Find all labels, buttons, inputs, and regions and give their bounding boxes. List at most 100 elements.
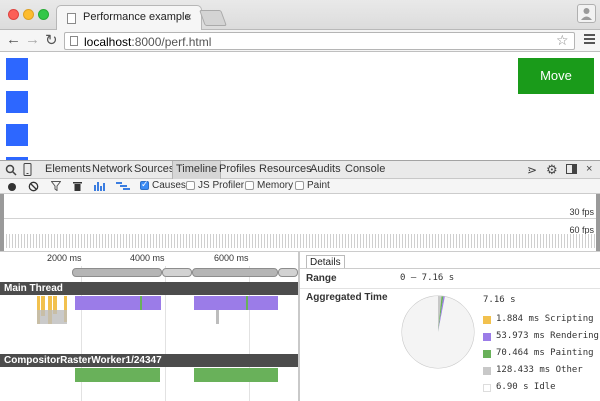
page-info-icon bbox=[70, 36, 78, 46]
forward-icon[interactable]: → bbox=[25, 31, 40, 48]
flame-chart-icon[interactable] bbox=[94, 181, 107, 191]
details-tab[interactable]: Details bbox=[306, 255, 345, 269]
profile-icon bbox=[581, 8, 592, 20]
aggregated-label: Aggregated Time bbox=[306, 292, 388, 303]
address-bar[interactable]: localhost:8000/perf.html ☆ bbox=[64, 32, 575, 50]
fps-30-line bbox=[0, 218, 600, 219]
legend-rendering: 53.973 ms Rendering bbox=[496, 331, 599, 341]
fps-30-label: 30 fps bbox=[569, 207, 594, 217]
close-window-button[interactable] bbox=[8, 9, 19, 20]
filter-icon[interactable] bbox=[51, 181, 61, 191]
range-value: 0 – 7.16 s bbox=[400, 273, 455, 283]
memory-label: Memory bbox=[257, 180, 294, 191]
overview-left-handle[interactable] bbox=[0, 194, 4, 251]
legend-scripting: 1.884 ms Scripting bbox=[496, 314, 594, 324]
close-devtools-icon[interactable]: × bbox=[586, 163, 592, 175]
url-host: localhost bbox=[84, 35, 132, 49]
tab-network[interactable]: Network bbox=[89, 163, 135, 175]
other-event[interactable] bbox=[216, 310, 219, 324]
legend-swatch-scripting bbox=[483, 316, 491, 324]
legend-idle: 6.90 s Idle bbox=[496, 382, 556, 392]
maximize-window-button[interactable] bbox=[38, 9, 49, 20]
raster-event[interactable] bbox=[194, 368, 278, 382]
overview-right-handle[interactable] bbox=[596, 194, 600, 251]
other-event[interactable] bbox=[37, 310, 67, 324]
legend-swatch-painting bbox=[483, 350, 491, 358]
frame-strip[interactable] bbox=[278, 268, 298, 277]
frame-strip[interactable] bbox=[192, 268, 278, 277]
legend-swatch-other bbox=[483, 367, 491, 375]
blue-square bbox=[6, 58, 28, 80]
frame-bars bbox=[0, 234, 600, 248]
reload-icon[interactable]: ↻ bbox=[45, 31, 58, 49]
total-time: 7.16 s bbox=[483, 295, 516, 305]
move-button[interactable]: Move bbox=[518, 58, 594, 94]
range-label: Range bbox=[306, 273, 337, 284]
settings-gear-icon[interactable]: ⚙ bbox=[546, 162, 558, 178]
ruler-tick: 4000 ms bbox=[130, 253, 165, 263]
details-separator bbox=[300, 268, 600, 269]
ruler-tick: 6000 ms bbox=[214, 253, 249, 263]
blue-square bbox=[6, 91, 28, 113]
minimize-window-button[interactable] bbox=[23, 9, 34, 20]
clear-icon[interactable] bbox=[28, 181, 39, 192]
paint-checkbox[interactable] bbox=[295, 181, 304, 190]
legend-other: 128.433 ms Other bbox=[496, 365, 583, 375]
profile-button[interactable] bbox=[577, 4, 596, 23]
compositor-thread-header[interactable]: CompositorRasterWorker1/24347 bbox=[0, 354, 298, 367]
page-icon bbox=[67, 13, 76, 24]
causes-checkbox[interactable] bbox=[140, 179, 149, 190]
page-viewport: Move bbox=[0, 53, 600, 160]
painting-event[interactable] bbox=[140, 296, 142, 310]
dock-side-icon[interactable] bbox=[566, 164, 578, 175]
raster-event[interactable] bbox=[75, 368, 160, 382]
tab-audits[interactable]: Audits bbox=[307, 163, 344, 175]
legend-painting: 70.464 ms Painting bbox=[496, 348, 594, 358]
trash-icon[interactable] bbox=[73, 181, 82, 191]
devtools-tab-bar: Elements Network Sources Timeline Profil… bbox=[0, 160, 600, 179]
tab-timeline[interactable]: Timeline bbox=[172, 161, 222, 179]
bookmark-star-icon[interactable]: ☆ bbox=[556, 32, 569, 49]
tab-close-icon[interactable]: × bbox=[185, 10, 192, 24]
waterfall-icon[interactable] bbox=[116, 181, 130, 191]
js-profiler-label: JS Profiler bbox=[198, 180, 245, 191]
time-ruler: 2000 ms 4000 ms 6000 ms bbox=[0, 252, 298, 266]
chrome-menu-icon[interactable] bbox=[584, 34, 595, 46]
url-text: localhost:8000/perf.html bbox=[84, 35, 211, 49]
timeline-overview[interactable]: 30 fps 60 fps bbox=[0, 194, 600, 252]
inspect-search-icon[interactable] bbox=[5, 164, 17, 176]
console-drawer-icon[interactable]: ⋗ bbox=[527, 163, 537, 177]
tab-elements[interactable]: Elements bbox=[42, 163, 94, 175]
new-tab-button[interactable] bbox=[199, 10, 227, 26]
record-icon[interactable] bbox=[8, 183, 16, 191]
js-profiler-checkbox[interactable] bbox=[186, 181, 195, 190]
legend-swatch-rendering bbox=[483, 333, 491, 341]
painting-event[interactable] bbox=[246, 296, 248, 310]
row-separator bbox=[300, 288, 600, 289]
aggregated-pie-chart bbox=[401, 295, 475, 369]
timeline-toolbar: Causes JS Profiler Memory Paint bbox=[0, 179, 600, 194]
ruler-tick: 2000 ms bbox=[47, 253, 82, 263]
paint-label: Paint bbox=[307, 180, 330, 191]
device-mode-icon[interactable] bbox=[23, 163, 32, 176]
tab-sources[interactable]: Sources bbox=[131, 163, 177, 175]
back-icon[interactable]: ← bbox=[6, 31, 21, 48]
frame-strip[interactable] bbox=[72, 268, 162, 277]
browser-tab-strip: Performance example × bbox=[0, 0, 600, 30]
url-path: :8000/perf.html bbox=[131, 35, 212, 49]
memory-checkbox[interactable] bbox=[245, 181, 254, 190]
tab-title: Performance example bbox=[83, 11, 191, 23]
tab-profiles[interactable]: Profiles bbox=[216, 163, 259, 175]
tab-console[interactable]: Console bbox=[342, 163, 388, 175]
browser-tab[interactable]: Performance example × bbox=[56, 5, 202, 30]
causes-label: Causes bbox=[152, 180, 186, 191]
blue-square bbox=[6, 124, 28, 146]
toolbar: ← → ↻ localhost:8000/perf.html ☆ bbox=[0, 30, 600, 52]
frame-strip[interactable] bbox=[162, 268, 192, 277]
legend-swatch-idle bbox=[483, 384, 491, 392]
main-thread-header[interactable]: Main Thread bbox=[0, 282, 298, 295]
tab-resources[interactable]: Resources bbox=[256, 163, 315, 175]
details-panel: Details Range 0 – 7.16 s Aggregated Time… bbox=[300, 252, 600, 401]
rendering-event[interactable] bbox=[194, 296, 278, 310]
rendering-event[interactable] bbox=[75, 296, 161, 310]
